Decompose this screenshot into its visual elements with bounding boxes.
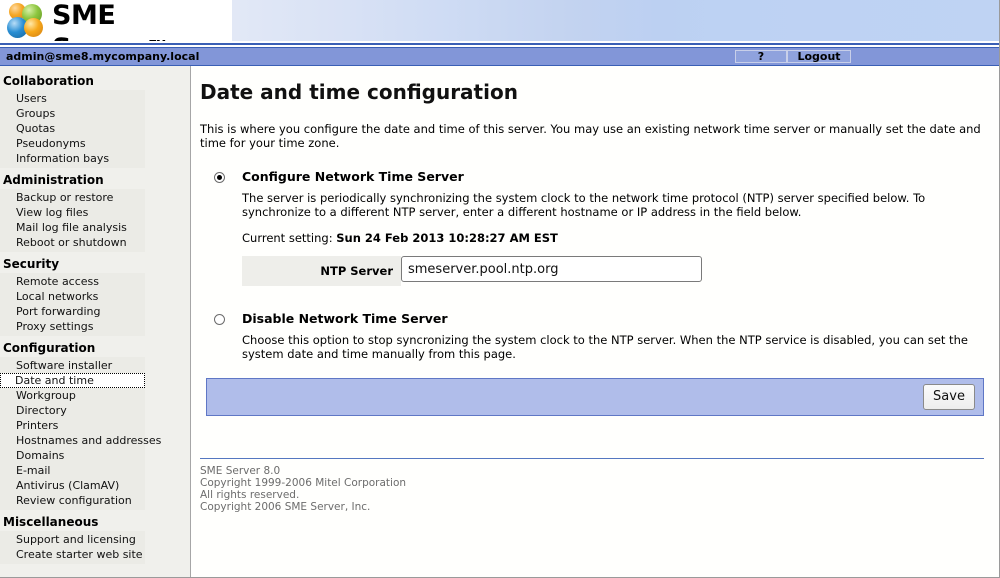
sidebar-section-group: Backup or restore View log files Mail log … [0,189,145,252]
logged-in-user: admin@sme8.mycompany.local [6,50,200,63]
sidebar-section-group: Support and licensing Create starter web … [0,531,145,564]
logo: SME ServerTM Server manager [0,0,232,41]
sidebar-item-create-starter-web-site[interactable]: Create starter web site [0,547,145,562]
option-disable-ntp-description: Choose this option to stop syncronizing … [242,333,968,361]
option-disable-ntp: Disable Network Time Server Choose this … [200,312,985,361]
option-configure-ntp-label: Configure Network Time Server [242,169,464,184]
header-banner: SME ServerTM Server manager [0,0,999,43]
sidebar-section-title: Administration [3,173,104,187]
sme-spheres-logo-icon [7,3,47,39]
sidebar-item-view-log-files[interactable]: View log files [0,205,145,220]
sidebar-item-quotas[interactable]: Quotas [0,121,145,136]
app-window: SME ServerTM Server manager admin@sme8.m… [0,0,1000,578]
sidebar-item-directory[interactable]: Directory [0,403,145,418]
sidebar-item-reboot-or-shutdown[interactable]: Reboot or shutdown [0,235,145,250]
footer-divider [200,458,984,459]
sidebar-item-information-bays[interactable]: Information bays [0,151,145,166]
footer-line-copyright-mitel: Copyright 1999-2006 Mitel Corporation [200,477,407,489]
sidebar-item-printers[interactable]: Printers [0,418,145,433]
sidebar-item-antivirus-clamav[interactable]: Antivirus (ClamAV) [0,478,145,493]
trademark-mark: TM [149,39,166,41]
sidebar-item-mail-log-file-analysis[interactable]: Mail log file analysis [0,220,145,235]
logo-title-text: SME Server [52,0,150,41]
logo-title: SME ServerTM [52,0,232,41]
sphere-yellow-icon [24,18,43,37]
logo-text: SME ServerTM Server manager [52,0,232,41]
ntp-server-input[interactable] [401,256,702,282]
logout-button[interactable]: Logout [787,50,851,63]
sidebar-section-group: Remote access Local networks Port forwardi… [0,273,145,336]
sidebar-item-local-networks[interactable]: Local networks [0,289,145,304]
option-configure-ntp-description: The server is periodically synchronizing… [242,191,926,219]
main-content: Date and time configuration This is wher… [192,66,999,577]
current-setting-label: Current setting: [242,231,333,245]
sidebar-item-workgroup[interactable]: Workgroup [0,388,145,403]
admin-toolbar: admin@sme8.mycompany.local ? Logout [0,47,999,66]
sidebar-item-software-installer[interactable]: Software installer [0,358,145,373]
save-bar: Save [206,378,984,416]
sidebar-section-group: Software installer Date and time Workgroup… [0,357,161,510]
sidebar-section-title: Security [3,257,60,271]
sidebar-item-users[interactable]: Users [0,91,145,106]
option-disable-ntp-label: Disable Network Time Server [242,311,448,326]
sidebar-item-backup-or-restore[interactable]: Backup or restore [0,190,145,205]
radio-configure-ntp[interactable] [214,172,225,183]
sidebar-item-hostnames-and-addresses[interactable]: Hostnames and addresses [0,433,161,448]
ntp-server-row: NTP Server [242,256,702,286]
page-title: Date and time configuration [200,80,518,104]
option-configure-ntp: Configure Network Time Server The server… [200,170,985,286]
page-intro-text: This is where you configure the date and… [200,122,981,150]
body-columns: Collaboration Users Groups Quotas Pseudonyms… [0,66,999,577]
sidebar-section-title: Collaboration [3,74,94,88]
sidebar-item-e-mail[interactable]: E-mail [0,463,145,478]
footer-line-rights: All rights reserved. [200,489,300,501]
footer: SME Server 8.0 Copyright 1999-2006 Mitel… [200,465,985,513]
help-button[interactable]: ? [735,50,787,63]
sidebar-item-domains[interactable]: Domains [0,448,145,463]
sidebar-section-group: Users Groups Quotas Pseudonyms Information b… [0,90,145,168]
sidebar-section-title: Miscellaneous [3,515,99,529]
footer-line-copyright-sme: Copyright 2006 SME Server, Inc. [200,501,371,513]
sidebar-item-remote-access[interactable]: Remote access [0,274,145,289]
sidebar-item-date-and-time[interactable]: Date and time [0,373,145,388]
sidebar-item-proxy-settings[interactable]: Proxy settings [0,319,145,334]
sidebar-section-title: Configuration [3,341,96,355]
sidebar-navigation: Collaboration Users Groups Quotas Pseudonyms… [0,66,191,577]
sidebar-item-support-and-licensing[interactable]: Support and licensing [0,532,145,547]
footer-line-version: SME Server 8.0 [200,465,281,477]
save-button[interactable]: Save [923,384,975,410]
radio-disable-ntp[interactable] [214,314,225,325]
sidebar-item-review-configuration[interactable]: Review configuration [0,493,145,508]
sidebar-item-groups[interactable]: Groups [0,106,145,121]
ntp-server-label: NTP Server [242,256,401,286]
sidebar-item-port-forwarding[interactable]: Port forwarding [0,304,145,319]
current-setting-value: Sun 24 Feb 2013 10:28:27 AM EST [336,231,558,245]
sidebar-item-pseudonyms[interactable]: Pseudonyms [0,136,145,151]
current-setting-row: Current setting: Sun 24 Feb 2013 10:28:2… [242,231,985,245]
